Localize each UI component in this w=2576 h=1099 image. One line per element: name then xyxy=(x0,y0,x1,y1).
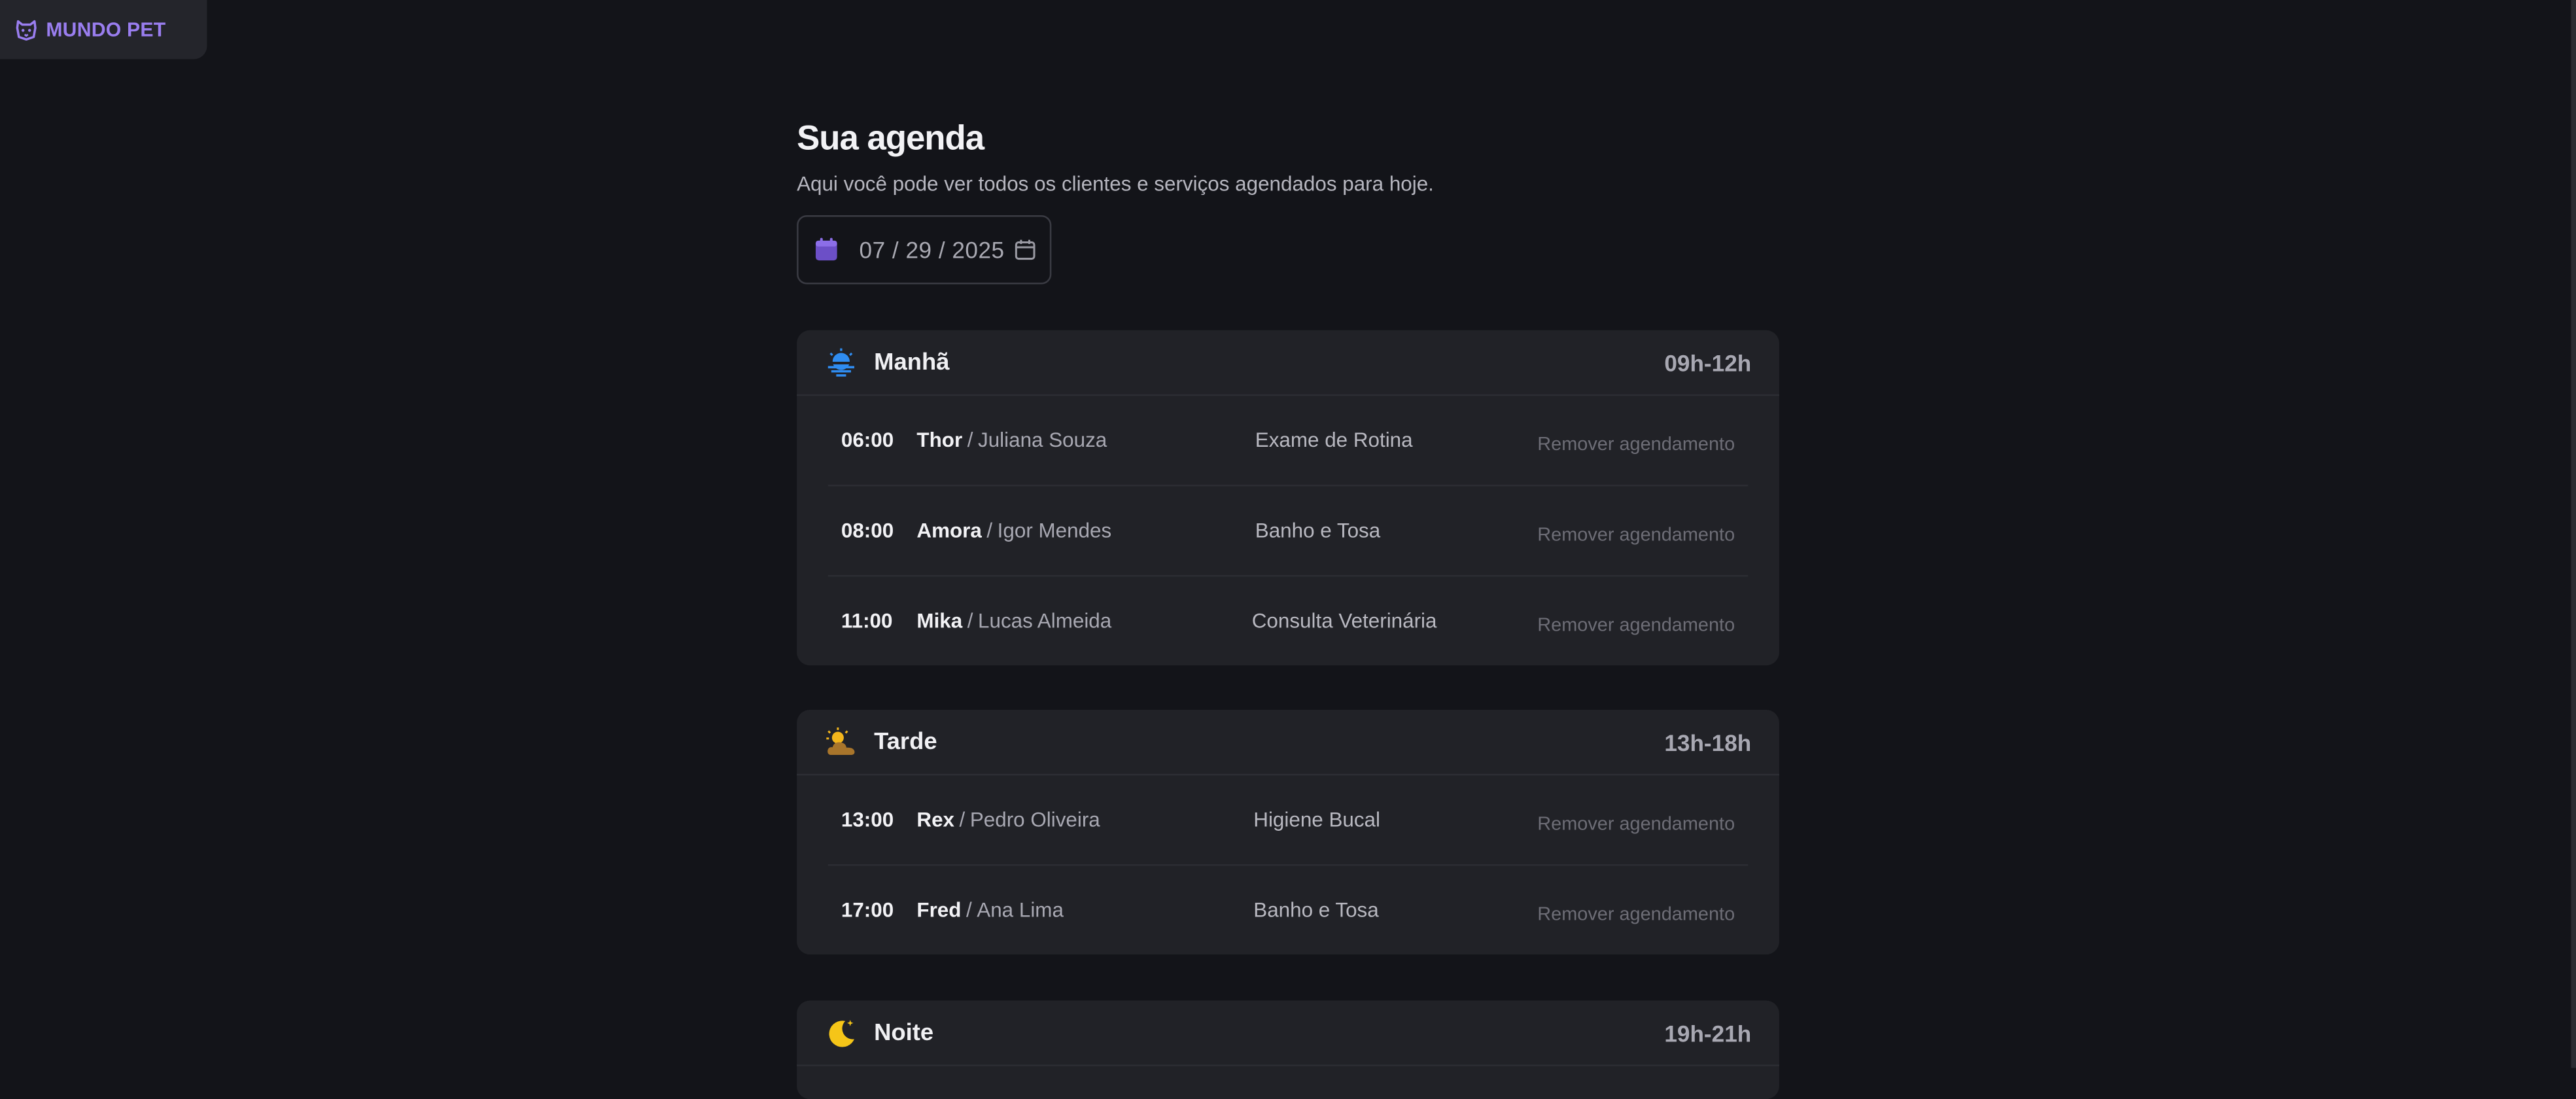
appointment-time: 06:00 xyxy=(841,428,894,452)
dog-icon xyxy=(13,16,39,43)
pet-name: Amora xyxy=(916,519,982,542)
period-range: 09h-12h xyxy=(1664,349,1752,375)
page-subtitle: Aqui você pode ver todos os clientes e s… xyxy=(797,172,1434,196)
service-name: Exame de Rotina xyxy=(1255,428,1413,452)
appointment-row: 06:00 Thor / Juliana Souza Exame de Roti… xyxy=(827,396,1749,487)
scrollbar[interactable] xyxy=(2571,0,2576,1068)
name-separator: / xyxy=(967,609,973,633)
brand-logo[interactable]: MUNDO PET xyxy=(0,0,207,60)
appointment-time: 13:00 xyxy=(841,808,894,831)
remove-appointment-button[interactable]: Remover agendamento xyxy=(1537,815,1735,835)
service-name: Banho e Tosa xyxy=(1253,898,1379,922)
remove-appointment-button[interactable]: Remover agendamento xyxy=(1537,436,1735,455)
sunrise-icon xyxy=(825,346,858,379)
owner-name: Pedro Oliveira xyxy=(969,808,1100,831)
period-afternoon: Tarde 13h-18h 13:00 Rex / Pedro Oliveira… xyxy=(797,709,1779,955)
service-name: Banho e Tosa xyxy=(1255,519,1381,542)
name-separator: / xyxy=(986,519,993,542)
period-morning: Manhã 09h-12h 06:00 Thor / Juliana Souza… xyxy=(797,330,1779,666)
period-name: Tarde xyxy=(874,728,937,756)
appointment-row: 11:00 Mika / Lucas Almeida Consulta Vete… xyxy=(828,577,1748,666)
date-filter-input[interactable]: 07 / 29 / 2025 xyxy=(797,215,1052,285)
page-title: Sua agenda xyxy=(797,120,984,158)
period-header: Noite 19h-21h xyxy=(797,1001,1779,1066)
name-separator: / xyxy=(967,428,973,452)
calendar-icon xyxy=(813,237,839,263)
appointment-list: 06:00 Thor / Juliana Souza Exame de Roti… xyxy=(797,396,1779,665)
period-name: Noite xyxy=(874,1019,934,1046)
period-header: Tarde 13h-18h xyxy=(797,710,1779,776)
remove-appointment-button[interactable]: Remover agendamento xyxy=(1537,526,1735,546)
pet-name: Thor xyxy=(916,428,963,452)
moon-icon xyxy=(825,1016,858,1049)
appointment-row: 17:00 Fred / Ana Lima Banho e Tosa Remov… xyxy=(828,866,1748,955)
period-name: Manhã xyxy=(874,349,950,375)
remove-appointment-button[interactable]: Remover agendamento xyxy=(1537,905,1735,925)
pet-name: Rex xyxy=(916,808,955,831)
appointment-row: 13:00 Rex / Pedro Oliveira Higiene Bucal… xyxy=(827,775,1749,866)
pet-name: Fred xyxy=(916,898,962,922)
sun-behind-cloud-icon xyxy=(825,725,858,758)
service-name: Consulta Veterinária xyxy=(1251,609,1437,633)
name-separator: / xyxy=(959,808,966,831)
period-range: 13h-18h xyxy=(1664,728,1752,756)
appointment-row: 08:00 Amora / Igor Mendes Banho e Tosa R… xyxy=(827,486,1749,577)
pet-name: Mika xyxy=(916,609,963,633)
name-separator: / xyxy=(966,898,972,922)
owner-name: Lucas Almeida xyxy=(978,609,1112,633)
calendar-outline-icon[interactable] xyxy=(1015,238,1037,261)
date-value: 07 / 29 / 2025 xyxy=(859,236,1005,263)
page: MUNDO PET Sua agenda Aqui você pode ver … xyxy=(0,0,2576,1099)
appointment-list: 13:00 Rex / Pedro Oliveira Higiene Bucal… xyxy=(797,775,1779,954)
appointment-time: 11:00 xyxy=(841,609,893,633)
owner-name: Ana Lima xyxy=(977,898,1064,922)
main-content: Sua agenda Aqui você pode ver todos os c… xyxy=(797,115,1779,1099)
period-range: 19h-21h xyxy=(1664,1019,1752,1046)
remove-appointment-button[interactable]: Remover agendamento xyxy=(1537,616,1735,636)
appointment-time: 08:00 xyxy=(841,519,894,542)
owner-name: Igor Mendes xyxy=(997,519,1112,542)
period-header: Manhã 09h-12h xyxy=(797,330,1779,396)
period-night: Noite 19h-21h xyxy=(797,1000,1779,1099)
owner-name: Juliana Souza xyxy=(978,428,1107,452)
brand-name: MUNDO PET xyxy=(46,18,166,41)
appointment-time: 17:00 xyxy=(841,898,894,922)
service-name: Higiene Bucal xyxy=(1253,808,1381,831)
